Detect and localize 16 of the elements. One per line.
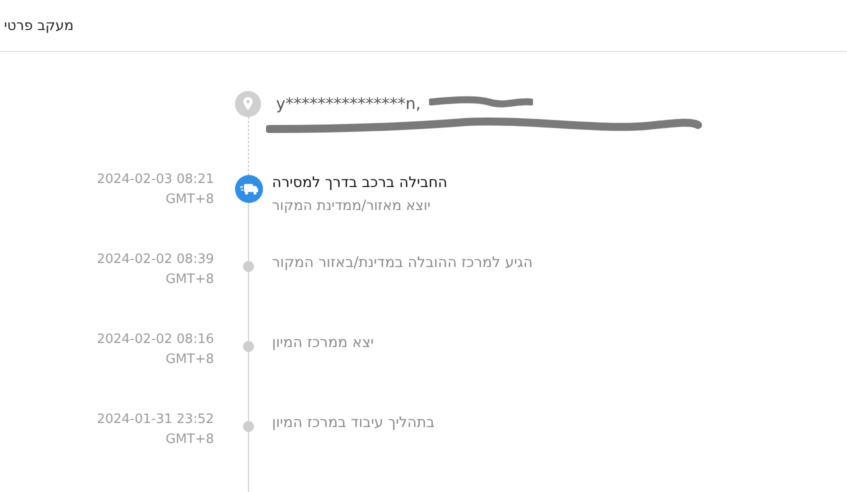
event-timezone: GMT+8 [166, 431, 214, 449]
page-title: מעקב פרטי [4, 18, 74, 34]
event-date: 2024-02-02 08:39 [96, 251, 214, 269]
event-timezone: GMT+8 [166, 351, 214, 369]
event-status: החבילה ברכב בדרך למסירה [272, 174, 448, 193]
event-status: בתהליך עיבוד במרכז המיון [272, 414, 435, 433]
event-status: הגיע למרכז ההובלה במדינת/באזור המקור [272, 254, 533, 273]
location-pin-icon [235, 91, 261, 117]
event-timezone: GMT+8 [166, 271, 214, 289]
event-date: 2024-02-03 08:21 [96, 171, 214, 189]
event-date: 2024-02-02 08:16 [96, 331, 214, 349]
recipient-name: y***************n, [276, 94, 421, 112]
event-timezone: GMT+8 [166, 191, 214, 209]
event-detail: יוצא מאזור/ממדינת המקור [272, 197, 431, 216]
event-status: יצא ממרכז המיון [272, 334, 374, 353]
event-date: 2024-01-31 23:52 [96, 411, 214, 429]
